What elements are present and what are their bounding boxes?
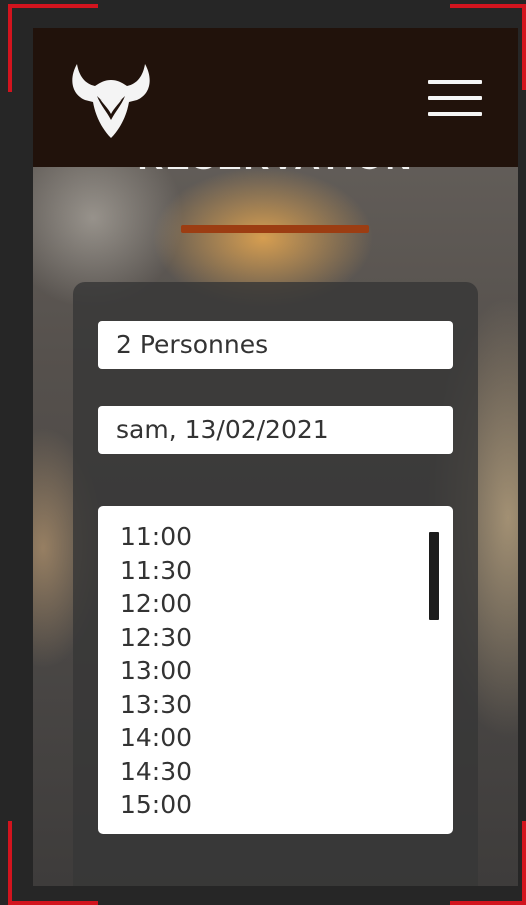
title-underline — [181, 225, 369, 233]
reservation-form-panel: 2 Personnes sam, 13/02/2021 11:00 11:30 … — [73, 282, 478, 886]
time-option[interactable]: 12:30 — [120, 621, 453, 655]
time-option[interactable]: 11:00 — [120, 520, 453, 554]
hamburger-menu-icon[interactable] — [428, 80, 482, 116]
time-slot-list[interactable]: 11:00 11:30 12:00 12:30 13:00 13:30 14:0… — [98, 506, 453, 834]
time-option[interactable]: 11:30 — [120, 554, 453, 588]
top-navigation-bar — [33, 28, 518, 167]
time-option[interactable]: 13:30 — [120, 688, 453, 722]
time-option[interactable]: 15:00 — [120, 788, 453, 822]
time-option[interactable]: 14:00 — [120, 721, 453, 755]
date-field[interactable]: sam, 13/02/2021 — [98, 406, 453, 454]
bull-head-icon[interactable] — [67, 58, 155, 142]
mobile-screen: RÉSERVATION 2 Personnes sam, 13/02/2021 … — [33, 28, 518, 886]
time-option[interactable]: 14:30 — [120, 755, 453, 789]
persons-select[interactable]: 2 Personnes — [98, 321, 453, 369]
time-option[interactable]: 12:00 — [120, 587, 453, 621]
scrollbar-thumb[interactable] — [429, 532, 439, 620]
time-option[interactable]: 13:00 — [120, 654, 453, 688]
